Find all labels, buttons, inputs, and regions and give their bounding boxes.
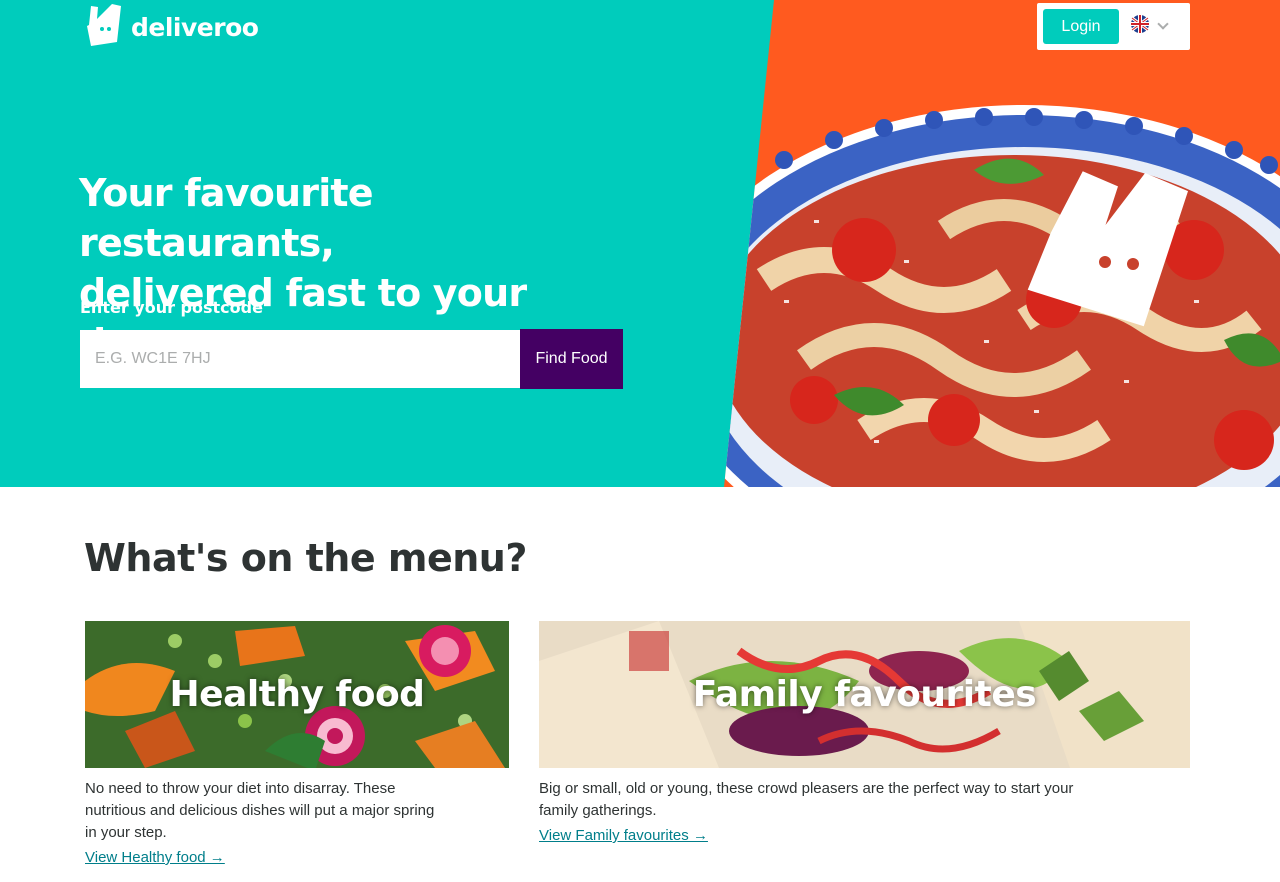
family-favourites-description: Big or small, old or young, these crowd … [539, 778, 1190, 822]
description-line: family gatherings. [539, 802, 657, 819]
hero-section: deliveroo Login Your favourite restauran… [0, 0, 1280, 487]
family-favourites-image[interactable]: Family favourites [539, 621, 1190, 768]
view-healthy-food-link[interactable]: View Healthy food → [85, 849, 225, 866]
description-line: Big or small, old or young, these crowd … [539, 780, 1074, 797]
menu-section-title: What's on the menu? [84, 536, 527, 580]
login-button[interactable]: Login [1043, 9, 1119, 44]
deliveroo-logo[interactable]: deliveroo [85, 4, 259, 51]
hero-pasta-image [724, 0, 1280, 487]
headline-line-1: Your favourite restaurants, [79, 171, 374, 265]
healthy-food-description: No need to throw your diet into disarray… [85, 778, 509, 844]
family-favourites-title: Family favourites [692, 674, 1037, 715]
healthy-food-title: Healthy food [169, 674, 425, 715]
healthy-food-image[interactable]: Healthy food [85, 621, 509, 768]
uk-flag-icon [1131, 15, 1149, 38]
postcode-label: Enter your postcode [80, 298, 263, 317]
language-selector[interactable] [1131, 15, 1169, 38]
view-family-favourites-link[interactable]: View Family favourites → [539, 827, 708, 844]
find-food-button[interactable]: Find Food [520, 329, 623, 389]
chevron-down-icon [1157, 18, 1169, 30]
kangaroo-icon [85, 4, 123, 51]
postcode-input[interactable] [80, 330, 520, 388]
header-actions: Login [1037, 3, 1190, 50]
description-line: in your step. [85, 824, 167, 841]
description-line: No need to throw your diet into disarray… [85, 780, 396, 797]
description-line: nutritious and delicious dishes will put… [85, 802, 435, 819]
brand-name: deliveroo [131, 13, 259, 42]
